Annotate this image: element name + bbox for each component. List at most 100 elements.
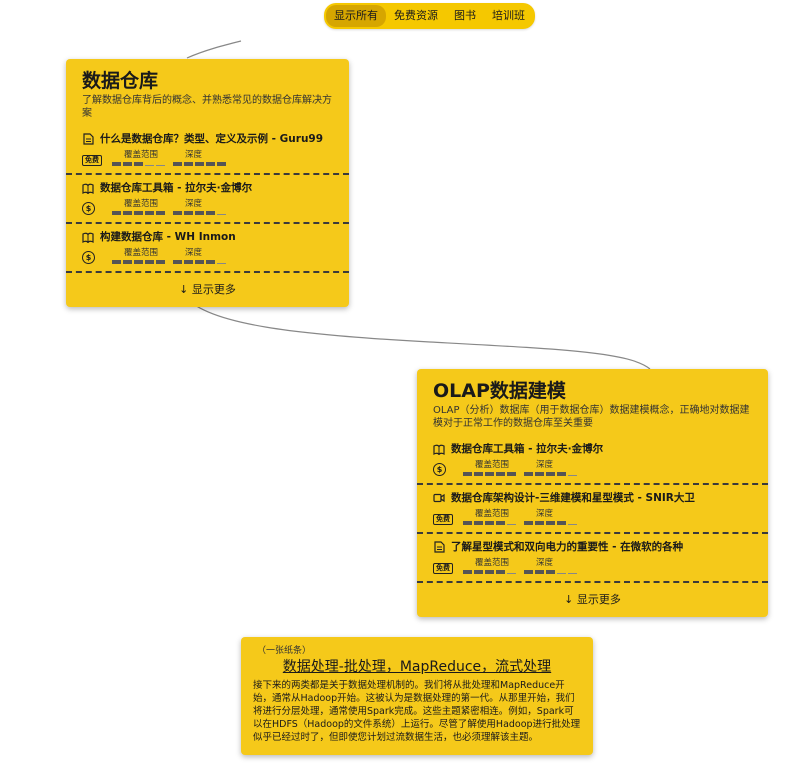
rating-segment (496, 472, 505, 476)
free-badge: 免费 (433, 563, 453, 574)
connector-top (186, 40, 242, 59)
rating-segment (173, 260, 182, 264)
rating-segment (568, 570, 577, 574)
rating-segment (524, 521, 533, 525)
coverage-rating (112, 260, 165, 264)
rating-segment (173, 162, 182, 166)
coverage-rating (112, 162, 165, 166)
resource-title-link[interactable]: 构建数据仓库 - WH Inmon (100, 230, 236, 244)
rating-segment (134, 162, 143, 166)
note-title-link[interactable]: 数据处理-批处理，MapReduce，流式处理 (253, 658, 581, 676)
depth-label: 深度 (185, 248, 203, 258)
rating-segment (507, 570, 516, 574)
rating-segment (134, 211, 143, 215)
resource-item[interactable]: 数据仓库工具箱 - 拉尔夫·金博尔 $ 覆盖范围 深度 (417, 436, 768, 485)
rating-segment (485, 570, 494, 574)
free-badge: 免费 (82, 155, 102, 166)
rating-segment (217, 260, 226, 264)
depth-rating (173, 211, 226, 215)
rating-segment (546, 472, 555, 476)
resource-title-link[interactable]: 数据仓库工具箱 - 拉尔夫·金博尔 (451, 442, 603, 456)
resource-title-link[interactable]: 数据仓库工具箱 - 拉尔夫·金博尔 (100, 181, 252, 195)
rating-segment (463, 521, 472, 525)
depth-label: 深度 (185, 150, 203, 160)
rating-segment (123, 211, 132, 215)
rating-segment (156, 162, 165, 166)
rating-segment (546, 570, 555, 574)
filter-show-all[interactable]: 显示所有 (326, 5, 386, 27)
rating-segment (123, 162, 132, 166)
rating-segment (474, 472, 483, 476)
rating-segment (463, 570, 472, 574)
rating-segment (173, 211, 182, 215)
rating-segment (507, 472, 516, 476)
depth-label: 深度 (536, 509, 554, 519)
book-icon (82, 182, 94, 194)
resource-item[interactable]: 什么是数据仓库？类型、定义及示例 - Guru99 免费 覆盖范围 深度 (66, 126, 349, 175)
rating-segment (568, 472, 577, 476)
book-icon (433, 443, 445, 455)
rating-segment (217, 162, 226, 166)
resource-title-link[interactable]: 数据仓库架构设计-三维建模和星型模式 - SNIR大卫 (451, 491, 695, 505)
show-more-button[interactable]: ↓ 显示更多 (66, 273, 349, 307)
coverage-label: 覆盖范围 (124, 199, 159, 209)
rating-segment (123, 260, 132, 264)
rating-segment (507, 521, 516, 525)
filter-courses[interactable]: 培训班 (484, 5, 533, 27)
rating-segment (474, 570, 483, 574)
show-more-button[interactable]: ↓ 显示更多 (417, 583, 768, 617)
rating-segment (463, 472, 472, 476)
rating-segment (195, 211, 204, 215)
rating-segment (184, 260, 193, 264)
coverage-label: 覆盖范围 (475, 509, 510, 519)
depth-rating (524, 521, 577, 525)
depth-label: 深度 (536, 460, 554, 470)
rating-segment (112, 211, 121, 215)
resource-item[interactable]: 了解星型模式和双向电力的重要性 - 在微软的各种 免费 覆盖范围 深度 (417, 534, 768, 583)
resource-item[interactable]: 构建数据仓库 - WH Inmon $ 覆盖范围 深度 (66, 224, 349, 273)
resource-item[interactable]: 数据仓库工具箱 - 拉尔夫·金博尔 $ 覆盖范围 深度 (66, 175, 349, 224)
depth-label: 深度 (536, 558, 554, 568)
rating-segment (217, 211, 226, 215)
card-title: 数据仓库 (82, 70, 159, 92)
rating-segment (557, 521, 566, 525)
coverage-label: 覆盖范围 (124, 150, 159, 160)
topic-card-olap-modeling: OLAP数据建模 OLAP（分析）数据库（用于数据仓库）数据建模概念，正确地对数… (417, 369, 768, 617)
rating-segment (485, 521, 494, 525)
rating-segment (206, 162, 215, 166)
note-card: （一张纸条） 数据处理-批处理，MapReduce，流式处理 接下来的两类都是关… (241, 637, 593, 755)
card-title: OLAP数据建模 (433, 380, 566, 402)
rating-segment (557, 472, 566, 476)
rating-segment (184, 211, 193, 215)
rating-segment (496, 570, 505, 574)
filter-free-resources[interactable]: 免费资源 (386, 5, 446, 27)
rating-segment (485, 472, 494, 476)
rating-segment (524, 472, 533, 476)
article-icon (82, 133, 94, 145)
note-body: 接下来的两类都是关于数据处理机制的。我们将从批处理和MapReduce开始，通常… (253, 680, 581, 743)
resource-title-link[interactable]: 什么是数据仓库？类型、定义及示例 - Guru99 (100, 132, 323, 146)
rating-segment (145, 162, 154, 166)
resource-title-link[interactable]: 了解星型模式和双向电力的重要性 - 在微软的各种 (451, 540, 683, 554)
paid-badge: $ (433, 463, 446, 476)
rating-segment (156, 260, 165, 264)
rating-segment (535, 521, 544, 525)
rating-segment (112, 162, 121, 166)
rating-segment (568, 521, 577, 525)
rating-segment (535, 472, 544, 476)
coverage-rating (463, 472, 516, 476)
rating-segment (195, 260, 204, 264)
resource-item[interactable]: 数据仓库架构设计-三维建模和星型模式 - SNIR大卫 免费 覆盖范围 深度 (417, 485, 768, 534)
filter-bar: 显示所有 免费资源 图书 培训班 (324, 3, 535, 29)
rating-segment (546, 521, 555, 525)
rating-segment (496, 521, 505, 525)
depth-rating (173, 162, 226, 166)
video-icon (433, 492, 445, 504)
depth-rating (173, 260, 226, 264)
article-icon (433, 541, 445, 553)
rating-segment (145, 211, 154, 215)
rating-segment (206, 211, 215, 215)
depth-rating (524, 472, 577, 476)
rating-segment (145, 260, 154, 264)
filter-books[interactable]: 图书 (446, 5, 484, 27)
